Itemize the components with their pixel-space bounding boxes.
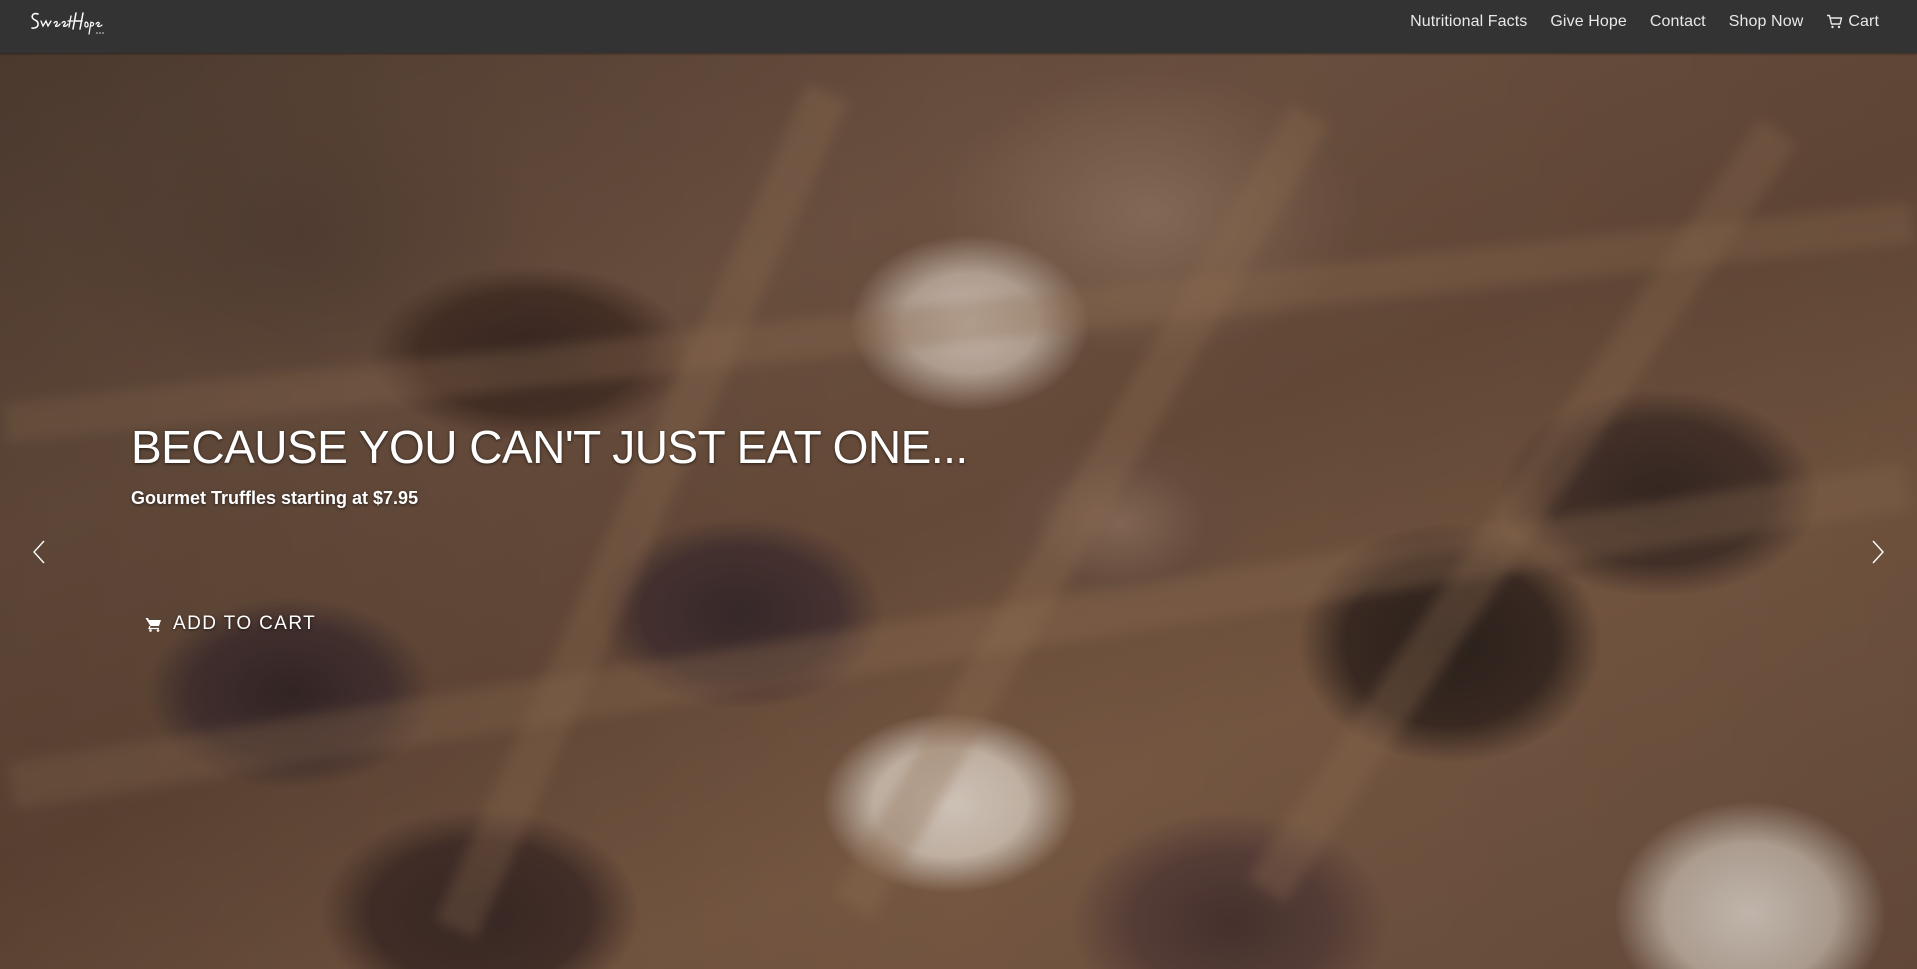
nav-contact[interactable]: Contact (1650, 13, 1706, 31)
nav-nutritional-facts[interactable]: Nutritional Facts (1410, 13, 1527, 31)
hero-background-image (0, 53, 1917, 969)
top-navbar: Nutritional Facts Give Hope Contact Shop… (0, 0, 1917, 53)
chevron-left-icon (33, 540, 45, 564)
nav-cart-label: Cart (1848, 12, 1879, 30)
brand-logo-wordmark (31, 12, 104, 35)
carousel-next-button[interactable] (1868, 539, 1888, 565)
add-to-cart-label: ADD TO CART (173, 613, 317, 634)
chevron-right-icon (1872, 540, 1884, 564)
brand-logo[interactable] (26, 4, 106, 44)
hero-carousel (0, 53, 1917, 969)
main-nav: Nutritional Facts Give Hope Contact Shop… (1387, 0, 1879, 43)
hero-headline: BECAUSE YOU CAN'T JUST EAT ONE... (131, 421, 968, 473)
nav-give-hope[interactable]: Give Hope (1550, 13, 1627, 31)
shopping-cart-icon (145, 617, 161, 632)
hero-subheadline: Gourmet Truffles starting at $7.95 (131, 488, 419, 508)
add-to-cart-button[interactable]: ADD TO CART (131, 598, 330, 650)
nav-cart[interactable]: Cart (1826, 13, 1879, 31)
nav-shop-now[interactable]: Shop Now (1729, 13, 1804, 31)
hero-caption: BECAUSE YOU CAN'T JUST EAT ONE... Gourme… (131, 420, 968, 509)
hero-overlay (0, 53, 1917, 969)
carousel-prev-button[interactable] (29, 539, 49, 565)
cart-icon (1827, 14, 1843, 29)
